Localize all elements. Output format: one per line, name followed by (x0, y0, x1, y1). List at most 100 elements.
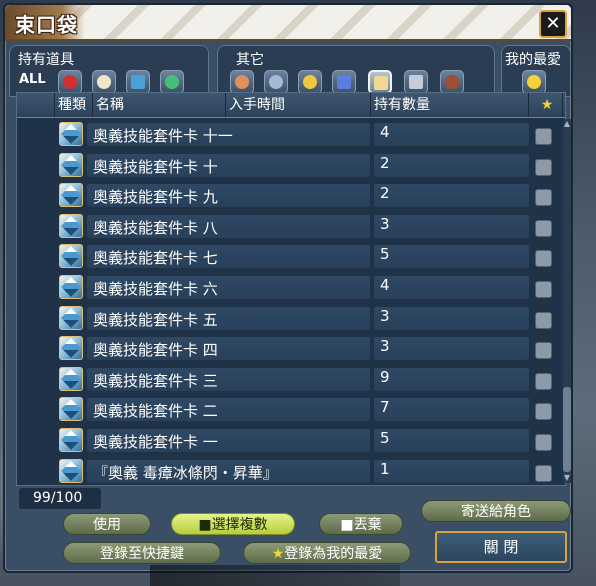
category-owned-label: 持有道具 (18, 52, 74, 68)
table-row[interactable]: 奧義技能套件卡 十一 4 (17, 119, 565, 150)
trash-bag-icon: ■ (198, 517, 212, 533)
skill-card-item-icon (59, 244, 83, 269)
skill-card-item-icon (59, 213, 83, 238)
skill-card-item-icon (59, 152, 83, 177)
item-quantity: 7 (380, 398, 390, 417)
quantity-cell-bg (374, 306, 529, 330)
item-quantity: 2 (380, 153, 390, 172)
background-nameplate (150, 565, 400, 586)
favorite-checkbox[interactable] (535, 281, 552, 298)
register-favorite-label: 登錄為我的最愛 (284, 546, 383, 562)
quantity-cell-bg (374, 245, 529, 269)
tab-favorites-star-icon[interactable] (522, 70, 546, 94)
tab-bowl-icon[interactable] (440, 70, 464, 94)
favorite-checkbox[interactable] (535, 128, 552, 145)
category-favorites-group: 我的最愛 (501, 45, 571, 97)
tab-book-icon[interactable] (404, 70, 428, 94)
category-other-group: 其它 (217, 45, 495, 97)
quantity-cell-bg (374, 214, 529, 238)
discard-label: 丟棄 (353, 517, 382, 533)
favorite-checkbox[interactable] (535, 342, 552, 360)
table-row[interactable]: 奧義技能套件卡 二 7 (17, 394, 565, 425)
item-list: 種類 名稱 入手時間 持有數量 ★ 奧義技能套件卡 十一 4 奧義技能套件卡 十2奧… (16, 92, 571, 487)
table-row[interactable]: 奧義技能套件卡 九 2 (17, 180, 565, 211)
tab-card-icon[interactable] (332, 70, 356, 94)
table-header: 種類 名稱 入手時間 持有數量 ★ (17, 93, 565, 118)
item-quantity: 3 (380, 214, 390, 233)
scrollbar-thumb[interactable] (563, 387, 571, 472)
register-favorite-button[interactable]: ★登錄為我的最愛 (243, 542, 411, 564)
favorite-checkbox[interactable] (535, 189, 552, 207)
item-quantity: 5 (380, 245, 390, 264)
table-row[interactable]: 奧義技能套件卡 十 2 (17, 150, 565, 181)
scroll-up-arrow-icon[interactable]: ▲ (563, 119, 571, 129)
favorite-checkbox[interactable] (535, 219, 552, 237)
favorite-checkbox[interactable] (535, 158, 552, 176)
scrollbar[interactable]: ▲ ▼ (563, 119, 571, 483)
category-owned-group: 持有道具 (9, 45, 209, 97)
register-shortcut-button[interactable]: 登錄至快捷鍵 (63, 542, 221, 564)
quantity-cell-bg (374, 367, 529, 391)
item-name: 奧義技能套件卡 二 (93, 402, 218, 421)
quantity-cell-bg (374, 184, 529, 208)
quantity-cell-bg (374, 398, 529, 422)
favorite-checkbox[interactable] (535, 250, 552, 268)
header-favorite-star-icon[interactable]: ★ (529, 93, 563, 117)
use-button[interactable]: 使用 (63, 513, 151, 535)
favorite-checkbox[interactable] (535, 434, 552, 451)
quantity-cell-bg (374, 153, 529, 177)
item-quantity: 3 (380, 306, 390, 325)
multi-select-label: 選擇複數 (211, 517, 268, 533)
title-bar[interactable]: 束口袋 ✕ (5, 5, 571, 41)
tab-bag-icon[interactable] (92, 70, 116, 94)
item-quantity: 5 (380, 429, 390, 447)
header-acquired-time[interactable]: 入手時間 (226, 93, 371, 117)
item-name: 奧義技能套件卡 五 (93, 310, 218, 329)
table-row[interactable]: 『奧義 毒瘴冰條閃・昇華』 1 (17, 456, 565, 487)
skill-card-item-icon (59, 366, 83, 391)
item-name: 奧義技能套件卡 一 (93, 433, 218, 451)
star-icon: ★ (271, 546, 285, 562)
table-row[interactable]: 奧義技能套件卡 六 4 (17, 272, 565, 303)
close-button[interactable]: 關 閉 (435, 531, 567, 563)
item-quantity: 4 (380, 123, 390, 141)
item-name: 奧義技能套件卡 三 (93, 371, 218, 390)
table-row[interactable]: 奧義技能套件卡 五 3 (17, 303, 565, 334)
tab-all[interactable]: ALL (19, 72, 46, 87)
table-row[interactable]: 奧義技能套件卡 七 5 (17, 241, 565, 272)
header-type[interactable]: 種類 (55, 93, 93, 117)
table-row[interactable]: 奧義技能套件卡 八 3 (17, 211, 565, 242)
favorite-checkbox[interactable] (535, 464, 552, 482)
scroll-down-arrow-icon[interactable]: ▼ (563, 473, 571, 483)
tab-sword-icon[interactable] (126, 70, 150, 94)
header-name[interactable]: 名稱 (93, 93, 226, 117)
item-name: 奧義技能套件卡 八 (93, 218, 218, 237)
item-name: 『奧義 毒瘴冰條閃・昇華』 (93, 463, 278, 482)
tab-weapon-red-icon[interactable] (58, 70, 82, 94)
table-row[interactable]: 奧義技能套件卡 三 9 (17, 364, 565, 395)
discard-button[interactable]: ■丟棄 (319, 513, 403, 535)
multi-select-button[interactable]: ■選擇複數 (171, 513, 295, 535)
tab-green-scroll-icon[interactable] (160, 70, 184, 94)
item-quantity: 3 (380, 337, 390, 356)
favorite-checkbox[interactable] (535, 311, 552, 329)
close-icon[interactable]: ✕ (539, 10, 567, 38)
table-row[interactable]: 奧義技能套件卡 一 5 (17, 425, 565, 456)
header-quantity[interactable]: 持有數量 (371, 93, 529, 117)
tab-food-icon[interactable] (230, 70, 254, 94)
quantity-cell-bg (374, 459, 529, 483)
skill-card-item-icon (59, 122, 83, 146)
trash-icon: ■ (340, 517, 354, 533)
send-to-character-button[interactable]: 寄送給角色 (421, 500, 571, 522)
quantity-cell-bg (374, 337, 529, 361)
tab-skill-card-icon[interactable] (368, 70, 392, 94)
favorite-checkbox[interactable] (535, 372, 552, 390)
inventory-capacity: 99/100 (19, 488, 101, 509)
favorite-checkbox[interactable] (535, 403, 552, 421)
item-name: 奧義技能套件卡 九 (93, 188, 218, 207)
table-row[interactable]: 奧義技能套件卡 四 3 (17, 333, 565, 364)
header-blank (17, 93, 55, 117)
tab-orb-icon[interactable] (264, 70, 288, 94)
skill-card-item-icon (59, 336, 83, 361)
tab-sun-icon[interactable] (298, 70, 322, 94)
